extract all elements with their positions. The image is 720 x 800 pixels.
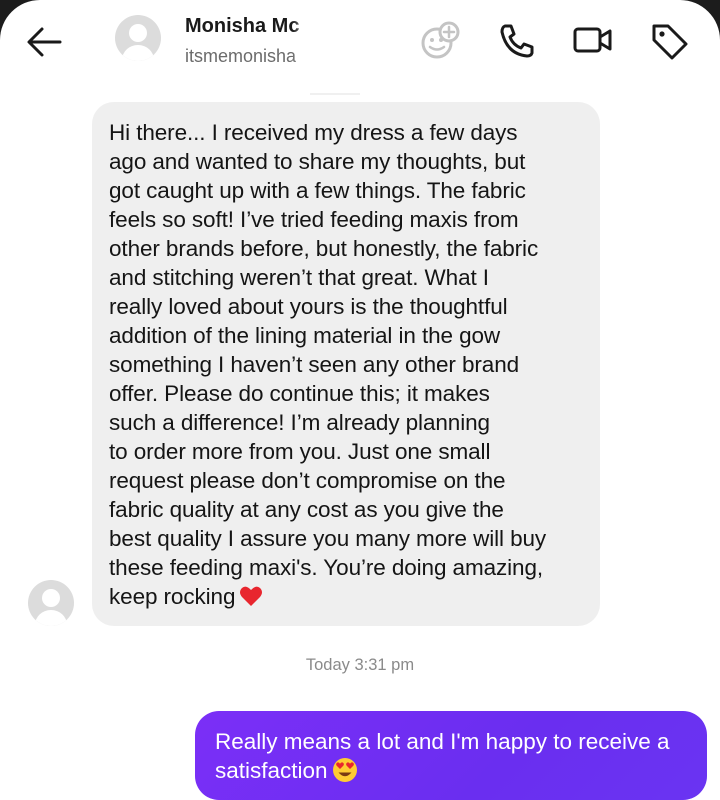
back-button[interactable] — [22, 20, 66, 64]
message-line: ago and wanted to share my thoughts, but — [109, 149, 526, 174]
message-line-last: keep rocking — [109, 582, 582, 611]
message-line: request please don’t compromise on the — [109, 468, 506, 493]
message-line: got caught up with a few things. The fab… — [109, 178, 526, 203]
message-text: keep rocking — [109, 584, 236, 609]
message-line: Really means a lot and I'm happy to rece… — [215, 729, 670, 754]
message-line: really loved about yours is the thoughtf… — [109, 294, 508, 319]
message-line: fabric quality at any cost as you give t… — [109, 497, 504, 522]
message-line: other brands before, but honestly, the f… — [109, 236, 539, 261]
message-line: best quality I assure you many more will… — [109, 526, 547, 551]
message-line: to order more from you. Just one small — [109, 439, 491, 464]
label-button[interactable] — [648, 20, 692, 60]
sender-avatar[interactable] — [28, 580, 74, 626]
message-line: such a difference! I’m already planning — [109, 410, 490, 435]
phone-icon — [500, 24, 534, 58]
message-line: something I haven’t seen any other brand — [109, 352, 520, 377]
message-text: satisfaction — [215, 758, 328, 783]
message-line: offer. Please do continue this; it makes — [109, 381, 490, 406]
message-line: these feeding maxi's. You’re doing amazi… — [109, 555, 544, 580]
message-line: feels so soft! I’ve tried feeding maxis … — [109, 207, 519, 232]
heart-eyes-emoji-icon — [332, 758, 357, 782]
chat-header: Monisha Mc itsmemonisha — [0, 0, 720, 95]
incoming-message-bubble[interactable]: Hi there... I received my dress a few da… — [92, 102, 600, 626]
tag-icon — [652, 24, 688, 60]
video-call-button[interactable] — [570, 20, 614, 60]
message-line-last: satisfaction — [215, 756, 691, 785]
contact-avatar[interactable] — [115, 15, 161, 61]
sticker-add-icon — [421, 21, 460, 59]
arrow-left-icon — [27, 27, 62, 57]
sticker-button[interactable] — [417, 20, 461, 60]
call-button[interactable] — [495, 20, 539, 60]
message-line: Hi there... I received my dress a few da… — [109, 120, 518, 145]
name-fade — [292, 12, 316, 76]
red-heart-icon — [240, 586, 263, 606]
message-line: addition of the lining material in the g… — [109, 323, 501, 348]
video-camera-icon — [573, 27, 612, 53]
message-timestamp: Today 3:31 pm — [305, 656, 415, 674]
outgoing-message-bubble[interactable]: Really means a lot and I'm happy to rece… — [195, 711, 707, 800]
header-divider — [310, 93, 360, 95]
message-line: and stitching weren’t that great. What I — [109, 265, 489, 290]
